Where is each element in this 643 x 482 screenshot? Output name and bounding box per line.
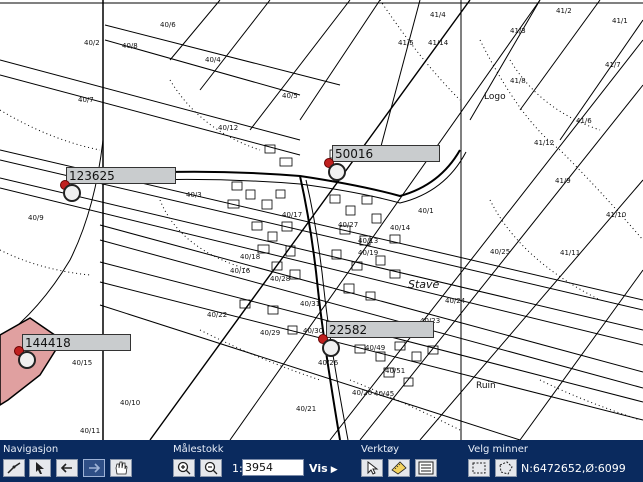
coordinate-readout: N:6472652,Ø:6099 — [521, 462, 626, 475]
parcel-label: 40/3 — [186, 191, 202, 199]
select-monuments-title: Velg minner — [468, 444, 528, 455]
parcel-label: 40/22 — [207, 311, 228, 319]
list-button[interactable] — [415, 459, 437, 477]
parcel-label: 40/14 — [390, 224, 411, 232]
feature-label-logo: Logo — [484, 92, 506, 102]
parcel-label: 40/4 — [205, 56, 221, 64]
parcel-label: 40/1 — [418, 207, 434, 215]
parcel-label: 40/11 — [80, 427, 101, 435]
marker-label[interactable]: 123625 — [66, 167, 176, 184]
parcel-label: 40/24 — [445, 297, 466, 305]
select-button[interactable] — [29, 459, 51, 477]
parcel-label: 41/11 — [560, 249, 581, 257]
list-icon — [418, 461, 434, 475]
parcel-label: 41/9 — [555, 177, 571, 185]
forward-button[interactable] — [83, 459, 105, 477]
parcel-label: 40/9 — [28, 214, 44, 222]
zoom-out-icon — [204, 461, 218, 475]
parcel-label: 40/45 — [374, 390, 395, 398]
monument-icon[interactable] — [328, 163, 346, 181]
rectangle-select-icon — [472, 462, 486, 474]
scale-title: Målestokk — [173, 444, 224, 455]
tools-title: Verktøy — [361, 444, 400, 455]
map-base-layer — [0, 0, 643, 440]
polygon-select-icon — [499, 461, 513, 475]
parcel-label: 41/14 — [428, 39, 449, 47]
marker-label[interactable]: 50016 — [332, 145, 440, 162]
measure-button[interactable] — [388, 459, 410, 477]
pointer-button[interactable] — [361, 459, 383, 477]
parcel-label: 40/29 — [260, 329, 281, 337]
parcel-label: 40/13 — [358, 237, 379, 245]
parcel-label: 40/12 — [218, 124, 239, 132]
bottom-toolbar: Navigasjon Målestokk 1: Vis ▶ Verktøy Ve… — [0, 440, 643, 482]
forward-arrow-icon — [89, 463, 101, 473]
zoom-in-button[interactable] — [173, 459, 195, 477]
feature-label-ruin: Ruin — [476, 381, 496, 391]
parcel-label: 41/4 — [430, 11, 446, 19]
parcel-label: 41/5 — [398, 39, 414, 47]
back-button[interactable] — [56, 459, 78, 477]
draw-line-button[interactable] — [3, 459, 25, 477]
parcel-label: 41/8 — [510, 77, 526, 85]
parcel-label: 40/10 — [120, 399, 141, 407]
parcel-label: 40/27 — [338, 221, 359, 229]
parcel-label: 40/51 — [385, 367, 406, 375]
zoom-out-button[interactable] — [200, 459, 222, 477]
parcel-label: 40/28 — [270, 275, 291, 283]
parcel-label: 40/19 — [358, 249, 379, 257]
parcel-label: 41/7 — [605, 61, 621, 69]
place-name-stave: Stave — [408, 278, 440, 291]
play-arrow-icon: ▶ — [327, 465, 338, 475]
parcel-label: 40/16 — [230, 267, 251, 275]
parcel-label: 40/15 — [72, 359, 93, 367]
back-arrow-icon — [60, 463, 72, 473]
parcel-label: 41/2 — [556, 7, 572, 15]
parcel-label: 40/25 — [490, 248, 511, 256]
monument-icon[interactable] — [63, 184, 81, 202]
parcel-label: 40/6 — [160, 21, 176, 29]
parcel-label: 40/17 — [282, 211, 303, 219]
ruler-icon — [391, 461, 407, 475]
parcel-label: 40/8 — [122, 42, 138, 50]
parcel-label: 40/31 — [300, 300, 321, 308]
zoom-in-icon — [177, 461, 191, 475]
scale-input[interactable] — [242, 459, 304, 476]
polygon-select-button[interactable] — [495, 459, 517, 477]
vis-label: Vis — [309, 462, 328, 475]
parcel-label: 40/2 — [84, 39, 100, 47]
rectangle-select-button[interactable] — [468, 459, 490, 477]
parcel-label: 41/3 — [510, 27, 526, 35]
vis-button[interactable]: Vis ▶ — [309, 462, 338, 475]
parcel-label: 40/49 — [365, 344, 386, 352]
marker-label[interactable]: 144418 — [22, 334, 131, 351]
parcel-label: 40/20 — [352, 389, 373, 397]
pointer-icon — [367, 461, 379, 475]
select-arrow-icon — [36, 462, 44, 474]
parcel-label: 40/18 — [240, 253, 261, 261]
parcel-label: 41/12 — [534, 139, 555, 147]
parcel-label: 41/1 — [612, 17, 628, 25]
monument-icon[interactable] — [18, 351, 36, 369]
parcel-label: 41/6 — [576, 117, 592, 125]
pan-hand-icon — [115, 461, 128, 475]
parcel-label: 40/26 — [318, 359, 339, 367]
parcel-label: 40/5 — [282, 92, 298, 100]
parcel-label: 40/7 — [78, 96, 94, 104]
parcel-label: 41/10 — [606, 211, 627, 219]
navigation-title: Navigasjon — [3, 444, 59, 455]
pan-button[interactable] — [110, 459, 132, 477]
map-canvas[interactable]: 40/7 40/6 40/5 40/3 40/4 40/8 40/12 40/1… — [0, 0, 643, 440]
draw-line-icon — [7, 462, 21, 474]
marker-label[interactable]: 22582 — [326, 321, 434, 338]
parcel-label: 40/21 — [296, 405, 317, 413]
monument-icon[interactable] — [322, 339, 340, 357]
